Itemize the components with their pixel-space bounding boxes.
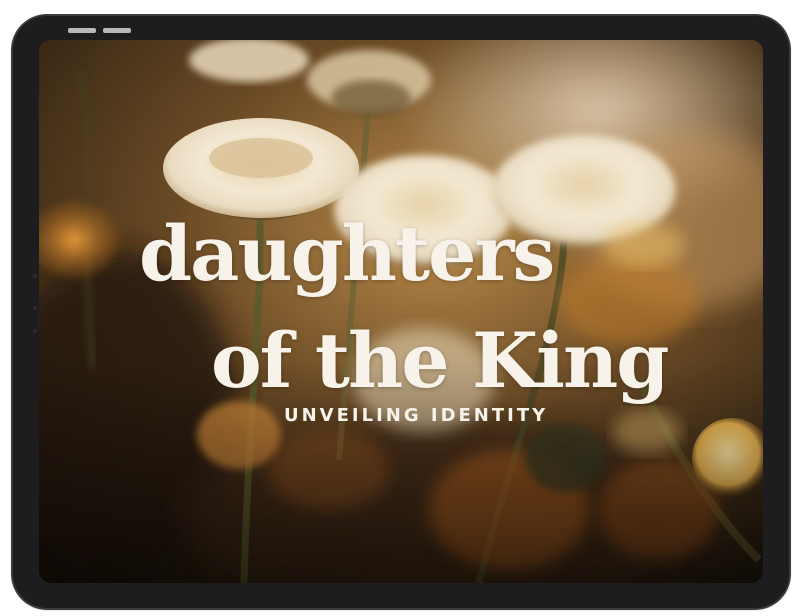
subtitle: UNVEILING IDENTITY	[284, 405, 549, 426]
title-line-of-the-king: of the King	[211, 316, 669, 405]
title-line-daughters: daughters	[139, 209, 555, 298]
volume-button	[68, 28, 96, 33]
camera-sensor	[33, 306, 37, 310]
camera-sensor	[33, 329, 37, 333]
stage: daughters of the King UNVEILING IDENTITY	[0, 0, 800, 616]
volume-button	[103, 28, 131, 33]
tablet-screen: daughters of the King UNVEILING IDENTITY	[39, 40, 763, 583]
flower-photo	[39, 40, 763, 583]
camera-sensor	[33, 274, 37, 278]
